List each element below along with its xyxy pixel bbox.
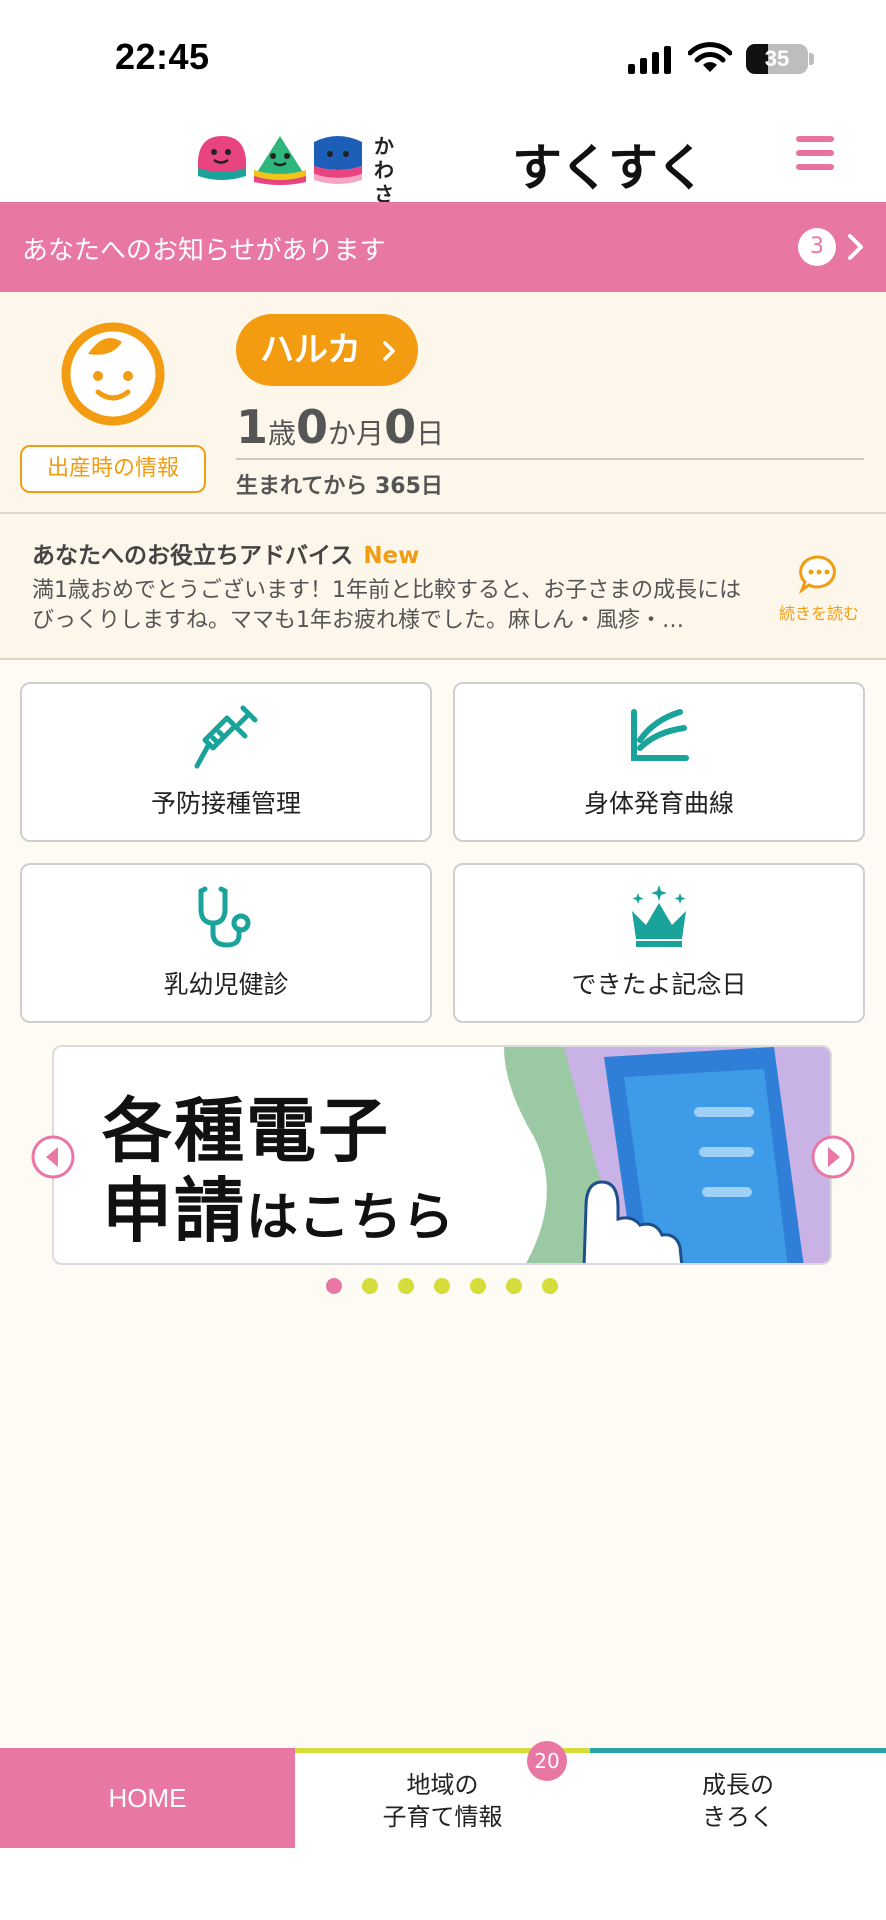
birth-info-button[interactable]: 出産時の情報 [20, 445, 206, 493]
milestone-tile[interactable]: できたよ記念日 [453, 863, 865, 1023]
speech-bubble-icon [798, 555, 836, 594]
nav-home[interactable]: HOME [0, 1748, 295, 1848]
tile-label: 乳幼児健診 [163, 970, 289, 999]
status-bar: 22:45 35 [0, 0, 886, 110]
growth-curve-icon [631, 709, 689, 761]
chevron-right-icon [848, 234, 863, 260]
logo-title: すくすく [512, 139, 706, 197]
nav-label: 成長の きろく [702, 1771, 774, 1831]
advice-panel[interactable]: あなたへのお役立ちアドバイス New 満1歳おめでとうございます！1年前と比較する… [0, 514, 886, 660]
nav-growth-record[interactable]: 成長の きろく [590, 1748, 886, 1848]
notification-text: あなたへのお知らせがあります [22, 236, 386, 266]
status-time: 22:45 [115, 36, 210, 77]
carousel-dot[interactable] [398, 1278, 414, 1294]
battery-level: 35 [764, 46, 790, 71]
vaccination-tile[interactable]: 予防接種管理 [20, 682, 432, 842]
carousel-dot[interactable] [362, 1278, 378, 1294]
child-name: ハルカ [260, 330, 361, 370]
tile-label: 予防接種管理 [150, 789, 301, 818]
carousel-next-icon[interactable] [810, 1134, 856, 1180]
age-divider [236, 458, 864, 460]
mascot-logo-icon [198, 136, 362, 185]
bottom-safe-area [0, 1848, 886, 1920]
chevron-right-icon [383, 341, 395, 361]
bottom-navigation: HOME 地域の 子育て情報 20 成長の きろく [0, 1741, 886, 1848]
e-application-banner[interactable]: 各種電子 申請はこちら [52, 1045, 832, 1265]
hamburger-menu-icon[interactable] [796, 136, 834, 176]
banner-line2: 申請はこちら [102, 1170, 455, 1252]
notification-bar[interactable]: あなたへのお知らせがあります 3 [0, 202, 886, 292]
days-since-birth: 生まれてから 365日 [236, 474, 443, 499]
nav-local-childcare-info[interactable]: 地域の 子育て情報 20 [295, 1741, 590, 1848]
crown-icon [632, 885, 686, 947]
child-name-button[interactable]: ハルカ [236, 314, 418, 386]
notification-count-badge: 3 [798, 228, 836, 266]
nav-count-badge: 20 [527, 1741, 567, 1781]
tablet-illustration-icon [504, 1047, 830, 1263]
app-header: かわさき 子育てアプリ すくすく [0, 110, 886, 374]
child-profile-panel: 出産時の情報 ハルカ 1歳0か月0日 生まれてから 365日 [0, 292, 886, 514]
carousel-pagination [326, 1278, 578, 1294]
carousel-dot[interactable] [326, 1278, 342, 1294]
tile-label: 身体発育曲線 [583, 789, 734, 818]
stethoscope-icon [198, 886, 251, 948]
syringe-icon [194, 705, 258, 769]
app-logo[interactable]: かわさき 子育てアプリ すくすく [196, 130, 706, 374]
carousel-dot[interactable] [506, 1278, 522, 1294]
battery-icon: 35 [746, 44, 808, 74]
carousel-dot[interactable] [470, 1278, 486, 1294]
tile-label: できたよ記念日 [571, 970, 747, 999]
wifi-icon [688, 42, 732, 72]
growth-curve-tile[interactable]: 身体発育曲線 [453, 682, 865, 842]
carousel-dot[interactable] [542, 1278, 558, 1294]
advice-title: あなたへのお役立ちアドバイス New [32, 543, 420, 569]
child-age: 1歳0か月0日 [236, 400, 445, 454]
battery-tip [809, 53, 814, 65]
cellular-signal-icon [628, 46, 671, 74]
carousel-prev-icon[interactable] [30, 1134, 76, 1180]
baby-face-icon [61, 322, 165, 426]
infant-checkup-tile[interactable]: 乳幼児健診 [20, 863, 432, 1023]
advice-body: 満1歳おめでとうございます！1年前と比較すると、お子さまの成長にはびっくりします… [32, 578, 742, 633]
carousel-dot[interactable] [434, 1278, 450, 1294]
new-label: New [363, 543, 420, 569]
read-more-link[interactable]: 続きを読む [776, 600, 862, 624]
